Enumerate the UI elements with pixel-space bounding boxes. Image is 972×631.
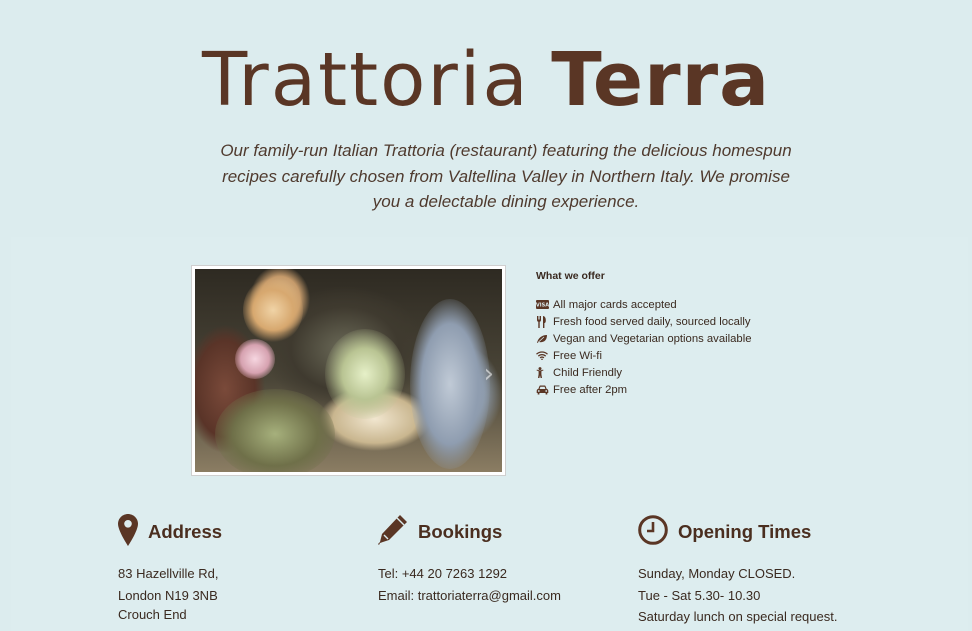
opening-times-section: Opening Times Sunday, Monday CLOSED. Tue… bbox=[638, 514, 837, 628]
offer-item: Child Friendly bbox=[536, 364, 836, 381]
photo-carousel[interactable]: › bbox=[191, 265, 506, 476]
bookings-title: Bookings bbox=[418, 521, 503, 542]
offer-item: Fresh food served daily, sourced locally bbox=[536, 313, 836, 330]
restaurant-photo: › bbox=[195, 269, 502, 472]
opening-times-body: Sunday, Monday CLOSED. Tue - Sat 5.30- 1… bbox=[638, 563, 837, 628]
opening-line: Sunday, Monday CLOSED. bbox=[638, 566, 796, 581]
offer-item: Free after 2pm bbox=[536, 381, 836, 398]
hero-section: Trattoria Terra Our family-run Italian T… bbox=[0, 0, 972, 237]
pencil-icon bbox=[378, 514, 408, 551]
bookings-body: Tel: +44 20 7263 1292 Email: trattoriate… bbox=[378, 563, 561, 606]
email-address[interactable]: Email: trattoriaterra@gmail.com bbox=[378, 585, 561, 607]
bookings-section: Bookings Tel: +44 20 7263 1292 Email: tr… bbox=[378, 514, 561, 606]
offer-label: Fresh food served daily, sourced locally bbox=[553, 315, 751, 328]
offer-title: What we offer bbox=[536, 270, 605, 282]
cutlery-icon bbox=[536, 315, 553, 328]
map-pin-icon bbox=[118, 513, 138, 551]
address-line: Crouch End bbox=[118, 607, 187, 622]
address-section: Address 83 Hazellville Rd, London N19 3N… bbox=[118, 513, 223, 624]
offer-section: What we offer VISA All major cards accep… bbox=[536, 270, 836, 398]
wifi-icon bbox=[536, 351, 553, 360]
opening-line: Saturday lunch on special request. bbox=[638, 609, 838, 624]
opening-line: Tue - Sat 5.30- 10.30 bbox=[638, 587, 761, 603]
address-body: 83 Hazellville Rd, London N19 3NB Crouch… bbox=[118, 563, 222, 624]
offer-label: Vegan and Vegetarian options available bbox=[553, 332, 752, 345]
credit-card-icon: VISA bbox=[536, 300, 553, 309]
carousel-next-icon[interactable]: › bbox=[484, 361, 494, 387]
offer-item: Vegan and Vegetarian options available bbox=[536, 330, 836, 347]
offer-label: Free Wi-fi bbox=[553, 349, 602, 362]
offer-list: VISA All major cards accepted Fresh food… bbox=[536, 296, 836, 398]
offer-item: VISA All major cards accepted bbox=[536, 296, 836, 313]
logo-text-bold: Terra bbox=[551, 37, 771, 123]
offer-label: Child Friendly bbox=[553, 366, 623, 379]
opening-times-title: Opening Times bbox=[678, 521, 812, 542]
address-header: Address bbox=[118, 513, 223, 551]
offer-label: All major cards accepted bbox=[553, 298, 677, 311]
leaf-icon bbox=[536, 334, 553, 344]
phone-number[interactable]: Tel: +44 20 7263 1292 bbox=[378, 563, 561, 585]
svg-text:VISA: VISA bbox=[536, 303, 549, 309]
address-line: London N19 3NB bbox=[118, 587, 218, 603]
address-title: Address bbox=[148, 521, 223, 542]
clock-icon bbox=[638, 514, 668, 550]
child-icon bbox=[536, 367, 553, 378]
tagline: Our family-run Italian Trattoria (restau… bbox=[220, 141, 792, 211]
opening-times-header: Opening Times bbox=[638, 514, 837, 550]
site-logo[interactable]: Trattoria Terra bbox=[0, 40, 972, 120]
car-icon bbox=[536, 385, 553, 395]
offer-item: Free Wi-fi bbox=[536, 347, 836, 364]
offer-label: Free after 2pm bbox=[553, 383, 628, 396]
bookings-header: Bookings bbox=[378, 514, 561, 551]
logo-text-light: Trattoria bbox=[201, 37, 530, 123]
address-line: 83 Hazellville Rd, bbox=[118, 566, 219, 581]
